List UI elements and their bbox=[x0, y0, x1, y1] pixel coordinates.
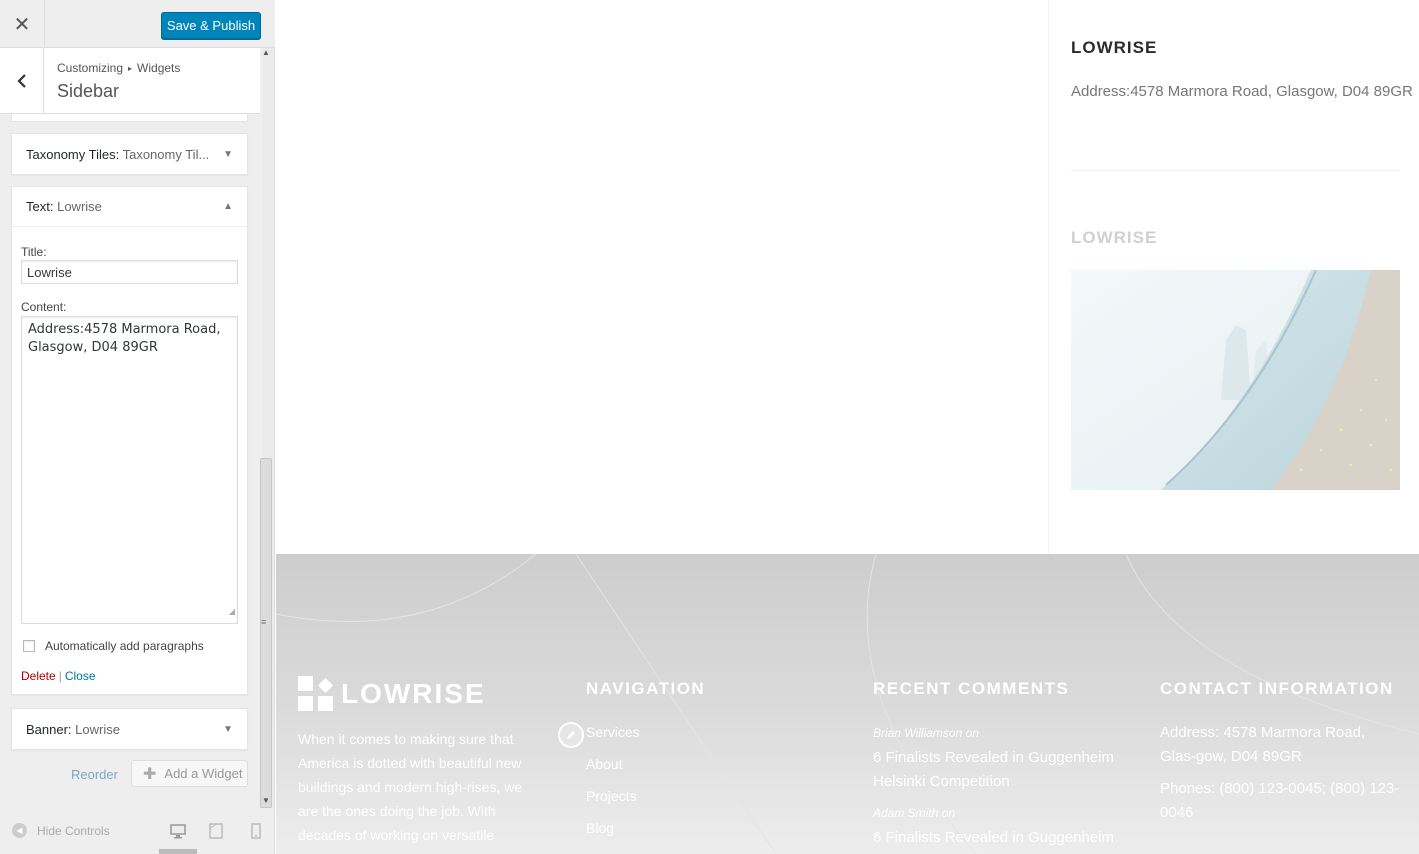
auto-paragraphs-label: Automatically add paragraphs bbox=[45, 639, 204, 653]
panel-scrollbar[interactable]: ▲ ≡ ▼ bbox=[260, 48, 273, 808]
widget-taxonomy-tiles: Taxonomy Tiles: Taxonomy Til... ▼ bbox=[11, 133, 248, 175]
mobile-icon[interactable] bbox=[248, 823, 264, 839]
site-preview: LOWRISE Address:4578 Marmora Road, Glasg… bbox=[276, 0, 1419, 854]
widget-banner-title: Banner: Lowrise bbox=[26, 721, 120, 737]
close-link[interactable]: Close bbox=[65, 669, 96, 683]
breadcrumb-separator: ▸ bbox=[128, 64, 133, 73]
logo-mark-icon bbox=[298, 676, 333, 711]
breadcrumb-root: Customizing bbox=[57, 61, 124, 75]
widget-banner-header[interactable]: Banner: Lowrise ▼ bbox=[12, 709, 247, 749]
site-footer: LOWRISE When it comes to making sure tha… bbox=[276, 554, 1419, 854]
scrollbar-thumb[interactable] bbox=[260, 458, 272, 808]
widget-text-title: Text: Lowrise bbox=[26, 199, 102, 214]
customizer-footer: ◀ Hide Controls bbox=[0, 812, 275, 854]
footer-contact: Address: 4578 Marmora Road, Glas-gow, D0… bbox=[1160, 721, 1405, 833]
resize-handle-icon[interactable]: ◢ bbox=[229, 603, 235, 621]
widget-text-header[interactable]: Text: Lowrise ▲ bbox=[12, 187, 247, 227]
hide-controls-button[interactable]: ◀ Hide Controls bbox=[12, 823, 110, 838]
collapsed-widget-edge bbox=[11, 114, 248, 122]
footer-nav-projects[interactable]: Projects bbox=[586, 788, 640, 820]
comment-author: Adam Smith on bbox=[873, 806, 956, 820]
widget-banner: Banner: Lowrise ▼ bbox=[11, 708, 248, 750]
footer-navigation-title: NAVIGATION bbox=[586, 679, 706, 698]
banner-widget-title: LOWRISE bbox=[1071, 228, 1158, 247]
add-widget-label: Add a Widget bbox=[164, 766, 243, 781]
caret-down-icon[interactable]: ▼ bbox=[223, 724, 233, 735]
contact-address: Address: 4578 Marmora Road, Glas-gow, D0… bbox=[1160, 724, 1366, 765]
actions-separator: | bbox=[58, 669, 62, 683]
back-button[interactable] bbox=[0, 48, 44, 114]
comment-author: Brian Williamson on bbox=[873, 726, 979, 740]
edit-shortcut-icon[interactable] bbox=[558, 722, 584, 748]
collapse-icon: ◀ bbox=[12, 823, 27, 838]
delete-link[interactable]: Delete bbox=[21, 669, 56, 683]
desktop-icon[interactable] bbox=[170, 823, 186, 839]
widget-taxonomy-title: Taxonomy Tiles: Taxonomy Til... bbox=[26, 146, 210, 162]
section-name: Sidebar bbox=[57, 81, 120, 101]
sidebar-widget-text: Address:4578 Marmora Road, Glasgow, D04 … bbox=[1071, 83, 1413, 100]
comment-post-link[interactable]: 6 Finalists Revealed in Guggenheim bbox=[873, 826, 1118, 850]
widget-taxonomy-header[interactable]: Taxonomy Tiles: Taxonomy Til... ▼ bbox=[12, 134, 247, 174]
breadcrumb-current: Widgets bbox=[137, 61, 181, 75]
auto-paragraphs-checkbox[interactable] bbox=[23, 640, 35, 652]
widget-actions: Delete | Close bbox=[21, 669, 96, 683]
plus-icon: ✚ bbox=[143, 765, 157, 783]
footer-nav-blog[interactable]: Blog bbox=[586, 820, 640, 852]
footer-about-text: When it comes to making sure that Americ… bbox=[298, 731, 523, 843]
content-label: Content: bbox=[21, 300, 67, 314]
title-label: Title: bbox=[21, 245, 47, 259]
footer-nav-services[interactable]: Services bbox=[586, 724, 640, 756]
hide-controls-label: Hide Controls bbox=[37, 823, 110, 838]
banner-building-image[interactable] bbox=[1071, 270, 1400, 490]
footer-contact-title: CONTACT INFORMATION bbox=[1160, 679, 1394, 698]
footer-logo[interactable]: LOWRISE bbox=[298, 676, 486, 711]
content-text: Address:4578 Marmora Road, Glasgow, D04 … bbox=[28, 322, 221, 355]
auto-paragraphs-option: Automatically add paragraphs bbox=[23, 639, 204, 653]
contact-phones: Phones: (800) 123-0045; (800) 123-0046 bbox=[1160, 780, 1400, 821]
widget-text-lowrise: Text: Lowrise ▲ Title: Content: Address:… bbox=[11, 186, 248, 695]
footer-nav-about[interactable]: About bbox=[586, 756, 640, 788]
title-input[interactable] bbox=[21, 260, 238, 284]
scrollbar-grip-icon: ≡ bbox=[261, 617, 267, 627]
comment-post-link[interactable]: 6 Finalists Revealed in Guggenheim Helsi… bbox=[873, 746, 1118, 794]
footer-recent-comments: Brian Williamson on 6 Finalists Revealed… bbox=[873, 726, 1118, 854]
customizer-header: ✕ Save & Publish bbox=[0, 0, 275, 48]
footer-recent-comments-title: RECENT COMMENTS bbox=[873, 679, 1070, 698]
breadcrumb: Customizing ▸ Widgets bbox=[57, 61, 180, 75]
chevron-left-icon bbox=[16, 74, 26, 88]
customizer-panel: ✕ Save & Publish Customizing ▸ Widgets Sid… bbox=[0, 0, 275, 854]
caret-down-icon[interactable]: ▼ bbox=[223, 149, 233, 160]
footer-logo-text: LOWRISE bbox=[341, 677, 486, 709]
add-widget-button[interactable]: ✚ Add a Widget bbox=[131, 760, 248, 787]
footer-navigation: Services About Projects Blog bbox=[586, 724, 640, 852]
scroll-up-icon[interactable]: ▲ bbox=[262, 48, 270, 57]
content-textarea[interactable]: Address:4578 Marmora Road, Glasgow, D04 … bbox=[21, 316, 238, 624]
sidebar-border bbox=[1048, 0, 1049, 554]
sidebar-widget-title: LOWRISE bbox=[1071, 38, 1158, 57]
close-icon[interactable]: ✕ bbox=[0, 0, 45, 48]
scroll-down-icon[interactable]: ▼ bbox=[262, 796, 270, 805]
caret-up-icon[interactable]: ▲ bbox=[223, 201, 233, 212]
active-device-indicator bbox=[159, 849, 197, 854]
section-title: Customizing ▸ Widgets Sidebar bbox=[0, 48, 260, 114]
tablet-icon[interactable] bbox=[208, 823, 224, 839]
sidebar-divider bbox=[1071, 170, 1400, 171]
reorder-link[interactable]: Reorder bbox=[71, 767, 118, 782]
save-publish-button[interactable]: Save & Publish bbox=[161, 12, 261, 39]
